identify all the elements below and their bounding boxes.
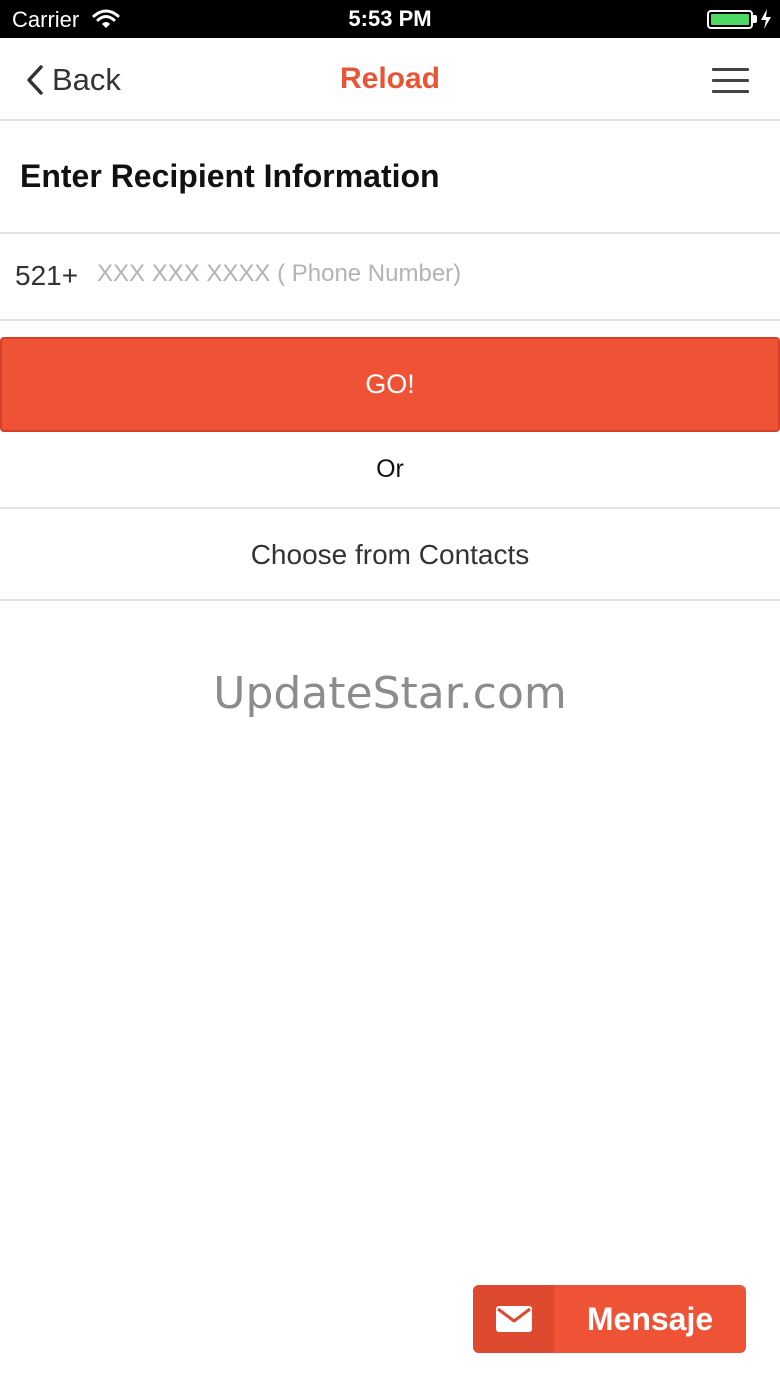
hamburger-menu-icon[interactable] [710,64,750,96]
country-code-label: 521+ [15,260,79,291]
status-bar: Carrier 5:53 PM [0,0,780,38]
section-title: Enter Recipient Information [20,158,440,194]
divider [0,507,780,509]
divider [0,319,780,321]
back-label: Back [52,62,121,97]
divider [0,232,780,234]
message-button-label: Mensaje [586,1300,714,1337]
choose-contacts-button[interactable]: Choose from Contacts [0,510,780,599]
back-button[interactable]: Back [24,60,121,100]
divider [0,599,780,601]
clock: 5:53 PM [348,6,432,31]
battery-icon [707,10,753,29]
or-label: Or [376,455,404,483]
battery-tip [753,15,757,23]
watermark: UpdateStar.com [213,668,567,719]
chevron-left-icon [27,65,43,95]
message-icon-box [473,1285,554,1353]
charging-bolt-icon [761,9,771,29]
phone-number-input[interactable] [97,254,757,294]
battery-level [711,14,749,25]
message-button[interactable]: Mensaje [473,1285,746,1353]
go-button[interactable]: GO! [0,337,780,432]
envelope-icon [495,1306,532,1332]
nav-bar: Back Reload [0,38,780,121]
